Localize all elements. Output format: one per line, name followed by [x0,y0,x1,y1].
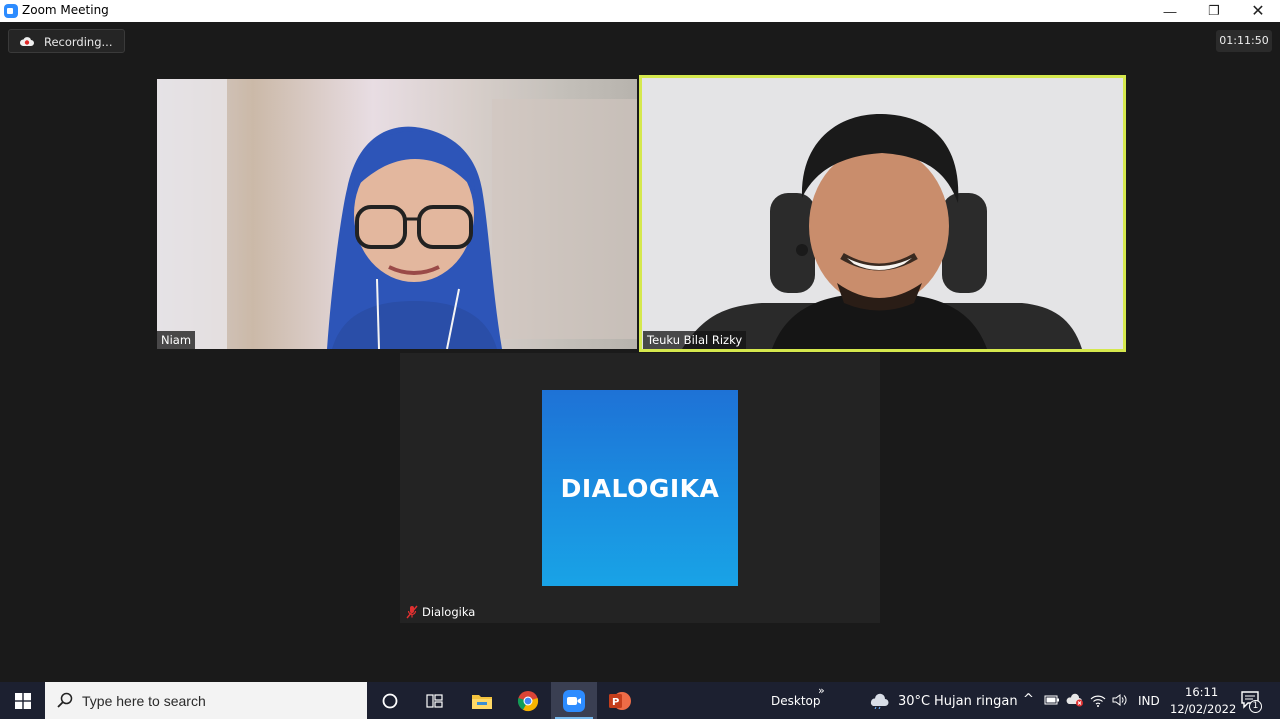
window-titlebar: Zoom Meeting — ❐ ✕ [0,0,1280,22]
cloud-record-icon [19,37,34,46]
video-tile-teuku[interactable]: Teuku Bilal Rizky [639,75,1126,352]
window-title: Zoom Meeting [22,3,109,17]
windows-taskbar: Type here to search P Desktop » 30°C Huj… [0,682,1280,719]
toolbar-chevron[interactable]: » [818,684,825,697]
participant-name-teuku: Teuku Bilal Rizky [643,331,747,349]
taskbar-search-box[interactable]: Type here to search [45,682,367,719]
powerpoint-icon: P [609,691,631,710]
mic-muted-icon [406,605,418,619]
restore-button[interactable]: ❐ [1192,0,1236,22]
meeting-area: Recording... 01:11:50 Niam Teuku Bilal R… [0,22,1280,682]
cortana-button[interactable] [367,682,413,719]
clock-date[interactable]: 12/02/2022 [1170,702,1236,716]
svg-text:P: P [612,697,619,708]
zoom-taskbar-button[interactable] [551,682,597,719]
show-hidden-icons-button[interactable]: ^ [1023,692,1034,707]
battery-icon[interactable] [1044,694,1060,706]
participant-name-dialogika: Dialogika [402,603,479,621]
windows-start-button[interactable] [0,682,45,719]
wifi-icon[interactable] [1090,693,1106,707]
participant-name-niam: Niam [157,331,196,349]
volume-icon[interactable] [1112,693,1128,707]
recording-label: Recording... [44,35,113,49]
file-explorer-icon [472,694,492,709]
weather-temperature[interactable]: 30°C [898,694,930,709]
onedrive-error-icon[interactable] [1066,693,1084,707]
dialogika-logo-text: DIALOGIKA [560,473,720,503]
task-view-button[interactable] [412,682,458,719]
chrome-button[interactable] [505,682,551,719]
desktop-toolbar-label[interactable]: Desktop [771,694,821,708]
meeting-timer: 01:11:50 [1216,30,1272,52]
search-icon [57,692,73,708]
file-explorer-button[interactable] [459,682,505,719]
dialogika-logo: DIALOGIKA [542,390,738,586]
participant-video-teuku [642,78,1123,349]
video-tile-dialogika[interactable]: DIALOGIKA Dialogika [400,353,880,623]
recording-indicator[interactable]: Recording... [8,29,125,53]
participant-video-niam [157,79,637,349]
close-button[interactable]: ✕ [1236,0,1280,22]
zoom-app-icon [4,4,18,18]
action-center-button[interactable]: 1 [1234,688,1264,714]
task-view-icon [426,693,443,708]
participant-name-dialogika-label: Dialogika [422,605,476,619]
input-language-indicator[interactable]: IND [1138,694,1160,708]
zoom-icon [563,689,585,712]
weather-description[interactable]: Hujan ringan [934,694,1018,709]
windows-start-icon [14,692,31,709]
weather-cloud-icon [870,693,889,709]
clock-time[interactable]: 16:11 [1185,685,1218,699]
search-placeholder: Type here to search [82,693,206,709]
notification-count-badge: 1 [1249,700,1262,713]
cortana-icon [382,693,398,708]
video-tile-niam[interactable]: Niam [157,79,637,349]
chrome-icon [517,690,539,711]
powerpoint-button[interactable]: P [597,682,643,719]
minimize-button[interactable]: — [1148,0,1192,22]
